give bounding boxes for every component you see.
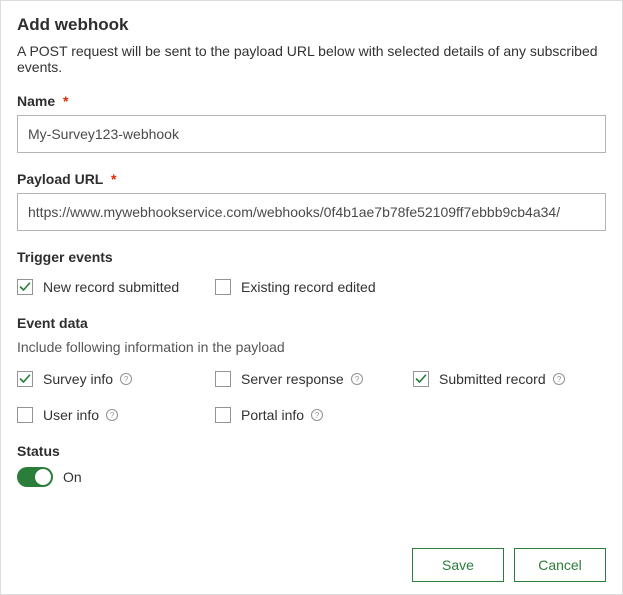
payload-url-label-text: Payload URL	[17, 171, 103, 187]
checkbox-icon	[215, 279, 231, 295]
help-icon[interactable]: ?	[105, 408, 119, 422]
name-label-text: Name	[17, 93, 55, 109]
checkbox-new-record-submitted[interactable]: New record submitted	[17, 273, 215, 301]
checkbox-user-info[interactable]: User info ?	[17, 401, 215, 429]
event-data-row-1: Survey info ? Server response ? Submitte…	[17, 365, 606, 393]
checkbox-label: Submitted record	[439, 371, 546, 387]
help-icon[interactable]: ?	[119, 372, 133, 386]
checkbox-icon	[17, 279, 33, 295]
trigger-events-label: Trigger events	[17, 249, 606, 265]
name-label: Name *	[17, 93, 606, 109]
svg-text:?: ?	[124, 375, 129, 384]
cancel-button[interactable]: Cancel	[514, 548, 606, 582]
svg-text:?: ?	[315, 411, 320, 420]
checkbox-label: Server response	[241, 371, 344, 387]
name-input[interactable]	[17, 115, 606, 153]
footer-buttons: Save Cancel	[412, 548, 606, 582]
help-icon[interactable]: ?	[350, 372, 364, 386]
add-webhook-panel: Add webhook A POST request will be sent …	[0, 0, 623, 595]
checkbox-icon	[215, 407, 231, 423]
page-description: A POST request will be sent to the paylo…	[17, 43, 606, 75]
event-data-description: Include following information in the pay…	[17, 339, 606, 355]
checkbox-label: Existing record edited	[241, 279, 376, 295]
toggle-knob	[35, 469, 51, 485]
help-icon[interactable]: ?	[310, 408, 324, 422]
checkbox-portal-info[interactable]: Portal info ?	[215, 401, 413, 429]
status-toggle-row: On	[17, 467, 606, 487]
svg-text:?: ?	[110, 411, 115, 420]
save-button[interactable]: Save	[412, 548, 504, 582]
checkbox-icon	[17, 407, 33, 423]
checkbox-label: Portal info	[241, 407, 304, 423]
payload-url-label: Payload URL *	[17, 171, 606, 187]
checkbox-submitted-record[interactable]: Submitted record ?	[413, 365, 611, 393]
status-value: On	[63, 469, 82, 485]
event-data-label: Event data	[17, 315, 606, 331]
checkbox-icon	[215, 371, 231, 387]
status-toggle[interactable]	[17, 467, 53, 487]
checkbox-label: User info	[43, 407, 99, 423]
status-label: Status	[17, 443, 606, 459]
checkbox-icon	[413, 371, 429, 387]
checkbox-icon	[17, 371, 33, 387]
checkbox-existing-record-edited[interactable]: Existing record edited	[215, 273, 413, 301]
required-marker: *	[63, 93, 68, 109]
trigger-events-row: New record submitted Existing record edi…	[17, 273, 606, 301]
payload-url-input[interactable]	[17, 193, 606, 231]
checkbox-label: Survey info	[43, 371, 113, 387]
svg-text:?: ?	[355, 375, 360, 384]
required-marker: *	[111, 171, 116, 187]
help-icon[interactable]: ?	[552, 372, 566, 386]
checkbox-survey-info[interactable]: Survey info ?	[17, 365, 215, 393]
checkbox-server-response[interactable]: Server response ?	[215, 365, 413, 393]
event-data-row-2: User info ? Portal info ?	[17, 401, 606, 429]
page-title: Add webhook	[17, 15, 606, 35]
svg-text:?: ?	[556, 375, 561, 384]
checkbox-label: New record submitted	[43, 279, 179, 295]
